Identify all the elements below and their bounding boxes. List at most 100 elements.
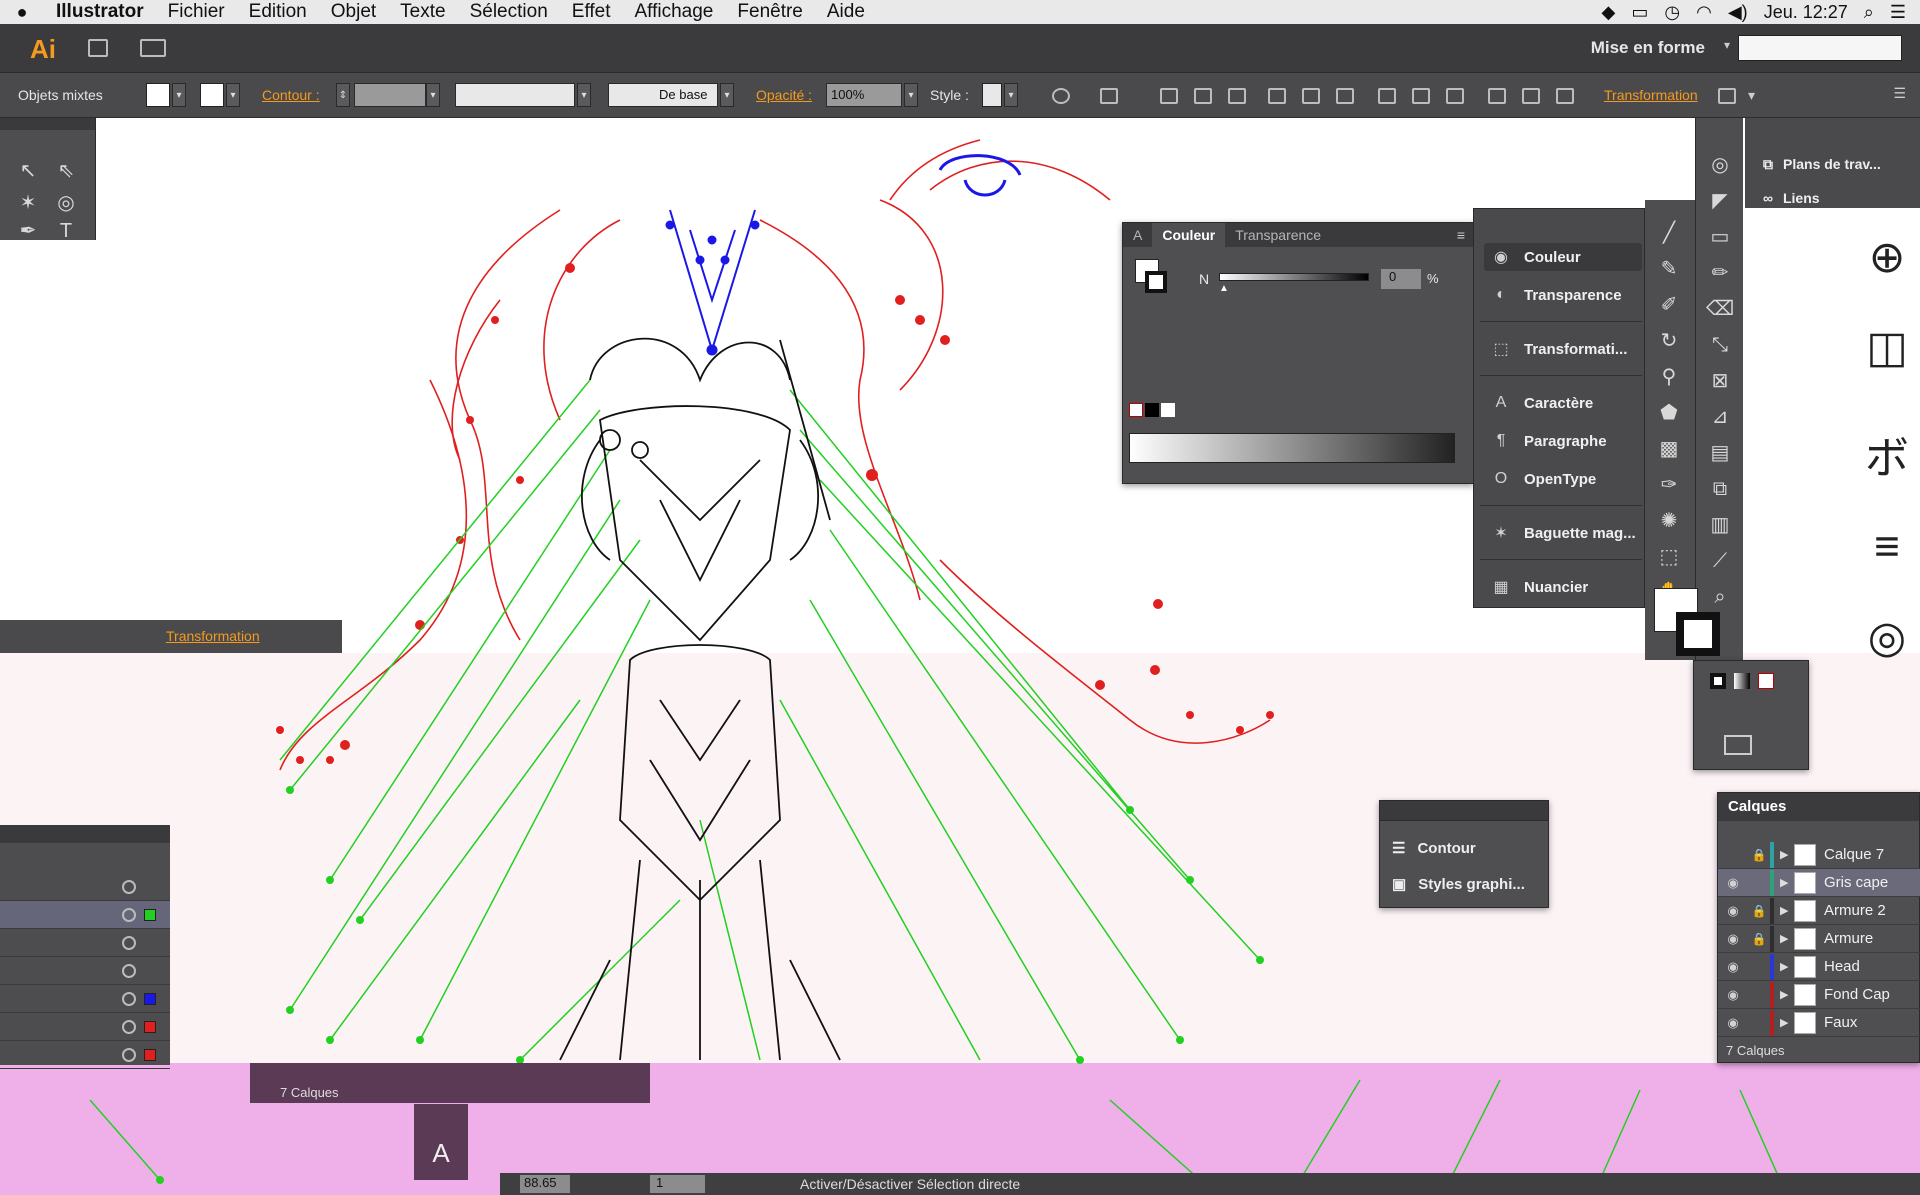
stroke-swatch[interactable] bbox=[200, 83, 224, 107]
white-swatch[interactable] bbox=[1161, 403, 1175, 417]
direct-selection-tool-icon[interactable]: ⇖ bbox=[52, 158, 80, 184]
stroke-indicator[interactable] bbox=[1676, 612, 1720, 656]
gradient-tool-icon[interactable]: ▤ bbox=[1706, 440, 1734, 466]
distribute-center-icon[interactable] bbox=[1412, 88, 1430, 104]
zoom-field[interactable]: 88.65 bbox=[520, 1175, 570, 1193]
fill-swatch[interactable] bbox=[146, 83, 170, 107]
magic-wand-tool-icon[interactable]: ✶ bbox=[14, 190, 42, 216]
mesh-tool-icon[interactable]: ▩ bbox=[1655, 436, 1683, 462]
lasso-icon[interactable]: ◎ bbox=[1706, 152, 1734, 178]
shape-builder-icon[interactable]: ⬟ bbox=[1655, 400, 1683, 426]
stroke-weight-dropdown[interactable]: ▾ bbox=[426, 83, 440, 107]
dock-item-nuancier[interactable]: ▦ Nuancier bbox=[1484, 573, 1642, 601]
align-center-v-icon[interactable] bbox=[1302, 88, 1320, 104]
eraser-tool-icon[interactable]: ⌫ bbox=[1706, 296, 1734, 322]
symbol-sprayer-icon[interactable]: ✺ bbox=[1655, 508, 1683, 534]
notification-center-icon[interactable]: ☰ bbox=[1890, 2, 1906, 23]
stroke-dropdown-arrow[interactable]: ▾ bbox=[226, 83, 240, 107]
free-transform-icon[interactable]: ⊠ bbox=[1706, 368, 1734, 394]
perspective-grid-icon[interactable]: ⊿ bbox=[1706, 404, 1734, 430]
layer-row-calque-7[interactable]: 🔒 ▶ Calque 7 bbox=[1718, 841, 1920, 869]
align-left-icon[interactable] bbox=[1160, 88, 1178, 104]
layer-name[interactable]: Gris cape bbox=[1824, 874, 1888, 891]
graphic-style-swatch[interactable] bbox=[982, 83, 1002, 107]
menu-affichage[interactable]: Affichage bbox=[635, 1, 714, 23]
layer-name[interactable]: Fond Cap bbox=[1824, 986, 1890, 1003]
visibility-icon[interactable]: ◉ bbox=[1718, 903, 1748, 919]
transformation-link[interactable]: Transformation bbox=[1604, 87, 1698, 103]
visibility-icon[interactable]: ◉ bbox=[1718, 875, 1748, 891]
distribute-left-icon[interactable] bbox=[1488, 88, 1506, 104]
visibility-icon[interactable]: ◉ bbox=[1718, 987, 1748, 1003]
layer-name[interactable]: Calque 7 bbox=[1824, 846, 1884, 863]
none-swatch[interactable] bbox=[1129, 403, 1143, 417]
volume-icon[interactable]: ◀) bbox=[1728, 2, 1748, 23]
visibility-icon[interactable]: ◉ bbox=[1718, 931, 1748, 947]
brush-definition-field[interactable]: De base bbox=[608, 83, 718, 107]
gradient-toggle-icon[interactable] bbox=[1734, 673, 1750, 689]
type-path-icon[interactable]: ◤ bbox=[1706, 188, 1734, 214]
distribute-right-icon[interactable] bbox=[1556, 88, 1574, 104]
layer-name[interactable]: Armure bbox=[1824, 930, 1873, 947]
bridge-icon[interactable] bbox=[88, 39, 108, 57]
opacity-dropdown-arrow[interactable]: ▾ bbox=[904, 83, 918, 107]
distribute-top-icon[interactable] bbox=[1378, 88, 1396, 104]
airplay-icon[interactable]: ▭ bbox=[1631, 2, 1648, 23]
menu-fenetre[interactable]: Fenêtre bbox=[737, 1, 802, 23]
type-tool-icon[interactable]: T bbox=[52, 218, 80, 244]
menu-effet[interactable]: Effet bbox=[572, 1, 611, 23]
dock-item-transformation[interactable]: ⬚ Transformati... bbox=[1484, 335, 1642, 363]
none-toggle-icon[interactable] bbox=[1758, 673, 1774, 689]
recolor-artwork-icon[interactable] bbox=[1052, 88, 1070, 104]
status-message[interactable]: Activer/Désactiver Sélection directe bbox=[800, 1176, 1020, 1192]
graphic-style-dropdown[interactable]: ▾ bbox=[1004, 83, 1018, 107]
expand-triangle-icon[interactable]: ▶ bbox=[1780, 960, 1794, 973]
layer-row-armure[interactable]: ◉ 🔒 ▶ Armure bbox=[1718, 925, 1920, 953]
graph-tool-icon[interactable]: ▥ bbox=[1706, 512, 1734, 538]
scale-tool-icon[interactable]: ⤡ bbox=[1706, 332, 1734, 358]
brush-dropdown-arrow[interactable]: ▾ bbox=[720, 83, 734, 107]
visibility-icon[interactable]: ◉ bbox=[1718, 1015, 1748, 1031]
menubar-clock[interactable]: Jeu. 12:27 bbox=[1764, 2, 1848, 23]
control-chevron-icon[interactable]: ▾ bbox=[1748, 87, 1755, 104]
layers-tab[interactable]: Calques bbox=[1718, 793, 1919, 821]
layer-row-armure-2[interactable]: ◉ 🔒 ▶ Armure 2 bbox=[1718, 897, 1920, 925]
layer-row-gris-cape[interactable]: ◉ ▶ Gris cape bbox=[1718, 869, 1920, 897]
menu-selection[interactable]: Sélection bbox=[470, 1, 548, 23]
workspace-chevron-icon[interactable]: ▾ bbox=[1724, 38, 1730, 52]
contour-label[interactable]: Contour : bbox=[262, 87, 320, 103]
line-tool-icon[interactable]: ╱ bbox=[1655, 220, 1683, 246]
variable-width-profile[interactable] bbox=[455, 83, 575, 107]
links-item[interactable]: ∞ Liens bbox=[1763, 190, 1820, 206]
zoom-tool-icon[interactable]: ⌕ bbox=[1706, 584, 1734, 610]
rectangle-tool-icon[interactable]: ▭ bbox=[1706, 224, 1734, 250]
tools-panel-header[interactable] bbox=[0, 118, 95, 130]
width-tool-icon[interactable]: ⚲ bbox=[1655, 364, 1683, 390]
dock-item-opentype[interactable]: O OpenType bbox=[1484, 465, 1642, 493]
dock-item-paragraphe[interactable]: ¶ Paragraphe bbox=[1484, 427, 1642, 455]
align-center-h-icon[interactable] bbox=[1194, 88, 1212, 104]
panel-menu-icon[interactable]: ≡ bbox=[1449, 223, 1473, 247]
menu-edition[interactable]: Edition bbox=[249, 1, 307, 23]
tab-couleur[interactable]: Couleur bbox=[1152, 223, 1226, 247]
selection-tool-icon[interactable]: ↖ bbox=[14, 158, 42, 184]
opacity-label[interactable]: Opacité : bbox=[756, 87, 812, 103]
help-search-input[interactable] bbox=[1738, 35, 1902, 61]
arrange-documents-icon[interactable] bbox=[140, 39, 166, 57]
dock-item-transparence[interactable]: ◐ Transparence bbox=[1484, 281, 1642, 309]
wifi-icon[interactable]: ◠ bbox=[1696, 2, 1712, 23]
layer-name[interactable]: Head bbox=[1824, 958, 1860, 975]
contour-panel-item[interactable]: ☰ Contour bbox=[1392, 835, 1476, 861]
expand-triangle-icon[interactable]: ▶ bbox=[1780, 848, 1794, 861]
artboard-number-field[interactable]: 1 bbox=[650, 1175, 705, 1193]
align-top-icon[interactable] bbox=[1268, 88, 1286, 104]
blob-brush-icon[interactable]: ✐ bbox=[1655, 292, 1683, 318]
control-panel-menu-icon[interactable]: ☰ bbox=[1893, 85, 1906, 102]
menu-objet[interactable]: Objet bbox=[331, 1, 376, 23]
width-profile-dropdown[interactable]: ▾ bbox=[577, 83, 591, 107]
menu-texte[interactable]: Texte bbox=[400, 1, 445, 23]
color-spectrum-bar[interactable] bbox=[1129, 433, 1455, 463]
lock-icon[interactable]: 🔒 bbox=[1748, 932, 1770, 946]
isolate-icon[interactable] bbox=[1718, 88, 1736, 104]
apple-menu-icon[interactable]: ● bbox=[0, 2, 44, 23]
